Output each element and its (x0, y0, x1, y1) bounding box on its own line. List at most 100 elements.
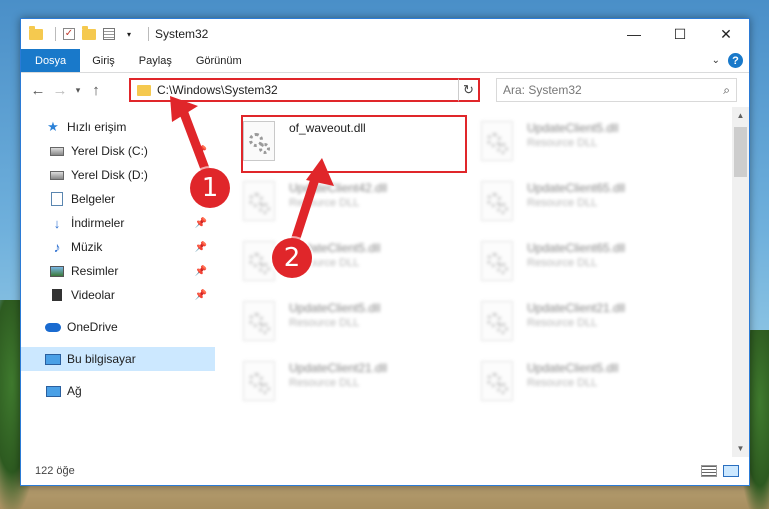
file-name: UpdateClient5.dll (527, 121, 619, 135)
customize-toolbar-icon[interactable]: ▾ (122, 28, 136, 40)
file-type: Resource DLL (289, 317, 360, 329)
new-folder-icon[interactable] (82, 25, 96, 40)
sidebar-item-label: Bu bilgisayar (67, 352, 136, 366)
refresh-icon[interactable]: ↻ (458, 78, 480, 102)
file-name: UpdateClient5.dll (527, 361, 619, 375)
maximize-button[interactable]: ☐ (657, 19, 703, 49)
file-item[interactable]: UpdateClient21.dll Resource DLL (481, 299, 706, 353)
file-item[interactable]: UpdateClient5.dll Resource DLL (243, 299, 468, 353)
scroll-thumb[interactable] (734, 127, 747, 177)
dll-file-icon (481, 121, 513, 161)
address-bar[interactable]: C:\Windows\System32 ⌄ (129, 78, 480, 102)
disk-icon (49, 144, 65, 158)
minimize-button[interactable]: — (611, 19, 657, 49)
file-item[interactable]: UpdateClient5.dll Resource DLL (481, 119, 706, 173)
divider (148, 27, 149, 41)
step-1-badge: 1 (190, 168, 230, 208)
large-icons-view-icon[interactable] (723, 465, 739, 477)
dll-file-icon (243, 181, 275, 221)
cloud-icon (45, 320, 61, 334)
tab-share[interactable]: Paylaş (127, 49, 184, 72)
sidebar-item-music[interactable]: ♪ Müzik 📌 (21, 235, 215, 259)
help-icon[interactable]: ? (728, 53, 743, 68)
sidebar-item-documents[interactable]: Belgeler (21, 187, 215, 211)
dll-file-icon (481, 181, 513, 221)
scroll-up-arrow-icon[interactable]: ▲ (732, 107, 749, 124)
recent-locations-chevron-icon[interactable]: ▾ (71, 85, 85, 96)
file-type: Resource DLL (527, 257, 598, 269)
pin-icon[interactable]: 📌 (195, 290, 207, 301)
sidebar-item-videos[interactable]: Videolar 📌 (21, 283, 215, 307)
sidebar-item-downloads[interactable]: ↓ İndirmeler 📌 (21, 211, 215, 235)
pin-icon[interactable]: 📌 (195, 242, 207, 253)
file-explorer-window: ✓ ▾ System32 — ☐ ✕ Dosya Giriş Paylaş Gö… (20, 18, 750, 486)
file-name: UpdateClient5.dll (289, 301, 381, 315)
file-item[interactable]: UpdateClient5.dll Resource DLL (481, 359, 706, 413)
tab-view[interactable]: Görünüm (184, 49, 254, 72)
back-arrow-icon[interactable]: ← (27, 79, 49, 101)
content-area: ★ Hızlı erişim Yerel Disk (C:) 📌 Yerel D… (21, 107, 749, 457)
file-item[interactable]: UpdateClient21.dll Resource DLL (243, 359, 468, 413)
sidebar-item-label: Videolar (71, 288, 115, 302)
step-2-badge: 2 (272, 238, 312, 278)
sidebar-item-label: İndirmeler (71, 216, 125, 230)
file-type: Resource DLL (527, 137, 598, 149)
pin-icon[interactable]: 📌 (195, 266, 207, 277)
sidebar-item-local-disk-c[interactable]: Yerel Disk (C:) 📌 (21, 139, 215, 163)
details-view-icon[interactable] (701, 465, 717, 477)
pin-icon[interactable]: 📌 (195, 218, 207, 229)
sidebar-item-label: Yerel Disk (D:) (71, 168, 148, 182)
pin-icon[interactable]: 📌 (195, 146, 207, 157)
sidebar-item-network[interactable]: Ağ (21, 379, 215, 403)
sidebar-item-label: Yerel Disk (C:) (71, 144, 148, 158)
dll-file-icon (481, 361, 513, 401)
sidebar-item-pictures[interactable]: Resimler 📌 (21, 259, 215, 283)
properties-icon[interactable] (102, 28, 116, 40)
sidebar-item-local-disk-d[interactable]: Yerel Disk (D:) (21, 163, 215, 187)
item-count: 122 öğe (35, 465, 75, 477)
dll-file-icon (481, 301, 513, 341)
folder-icon (137, 84, 151, 96)
sidebar-item-label: Ağ (67, 384, 82, 398)
file-item[interactable]: UpdateClient65.dll Resource DLL (481, 239, 706, 293)
sidebar-item-this-pc[interactable]: Bu bilgisayar (21, 347, 215, 371)
window-title: System32 (155, 27, 209, 41)
sidebar-item-onedrive[interactable]: OneDrive (21, 315, 215, 339)
file-name: UpdateClient65.dll (527, 241, 626, 255)
vertical-scrollbar[interactable]: ▲ ▼ (732, 107, 749, 457)
dll-file-icon (481, 241, 513, 281)
film-icon (49, 288, 65, 302)
close-button[interactable]: ✕ (703, 19, 749, 49)
forward-arrow-icon[interactable]: → (49, 79, 71, 101)
file-item[interactable]: UpdateClient42.dll Resource DLL (243, 179, 468, 233)
properties-check-icon[interactable]: ✓ (62, 28, 76, 40)
file-item[interactable]: UpdateClient65.dll Resource DLL (481, 179, 706, 233)
scroll-down-arrow-icon[interactable]: ▼ (732, 440, 749, 457)
pictures-icon (49, 264, 65, 278)
search-icon[interactable]: ⌕ (723, 83, 730, 98)
divider (55, 27, 56, 41)
sidebar-item-quick-access[interactable]: ★ Hızlı erişim (21, 115, 215, 139)
navigation-pane: ★ Hızlı erişim Yerel Disk (C:) 📌 Yerel D… (21, 107, 215, 457)
title-bar: ✓ ▾ System32 — ☐ ✕ (21, 19, 749, 49)
expand-ribbon-icon[interactable]: ⌄ (712, 55, 720, 66)
computer-icon (45, 352, 61, 366)
tab-home[interactable]: Giriş (80, 49, 127, 72)
dll-file-icon (243, 241, 275, 281)
tab-file[interactable]: Dosya (21, 49, 81, 72)
file-type: Resource DLL (527, 317, 598, 329)
sidebar-item-label: OneDrive (67, 320, 118, 334)
file-type: Resource DLL (289, 197, 360, 209)
sidebar-item-label: Resimler (71, 264, 119, 278)
network-icon (45, 384, 61, 398)
search-input[interactable]: Ara: System32 ⌕ (496, 78, 737, 102)
file-type: Resource DLL (527, 377, 598, 389)
dll-file-icon (243, 361, 275, 401)
file-highlight-box (241, 115, 467, 173)
star-icon: ★ (47, 119, 59, 134)
up-arrow-icon[interactable]: ↑ (85, 79, 107, 101)
dll-file-icon (243, 301, 275, 341)
sidebar-item-label: Hızlı erişim (67, 120, 127, 134)
address-path[interactable]: C:\Windows\System32 (157, 83, 462, 97)
file-name: UpdateClient21.dll (289, 361, 388, 375)
